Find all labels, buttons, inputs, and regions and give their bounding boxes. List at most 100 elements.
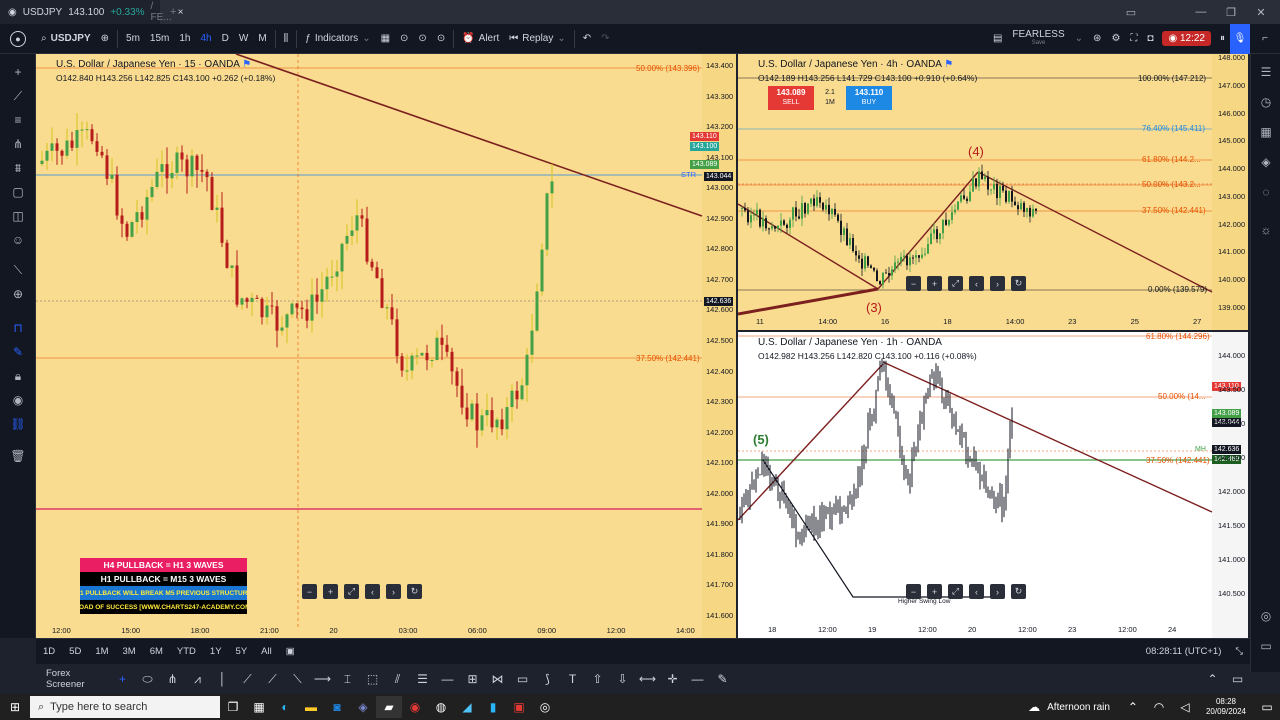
utc-clock[interactable]: 08:28:11 (UTC+1) <box>1139 646 1229 657</box>
alert-button[interactable]: ⏰ Alert <box>457 24 504 54</box>
fib-tool-icon[interactable]: ⋔ <box>9 136 27 152</box>
calendar-icon[interactable]: ▣ <box>279 646 302 657</box>
annotation-icon[interactable]: ◫ <box>9 208 27 224</box>
text-box-icon[interactable]: ⌶ <box>338 669 358 689</box>
extended-line-icon[interactable]: ⟋ <box>263 669 283 689</box>
trendline-icon[interactable]: ⟋ <box>9 88 27 104</box>
emoji-icon[interactable]: ☺ <box>9 232 27 248</box>
horizontal-lines-icon[interactable]: ≡ <box>9 112 27 128</box>
taskbar-search[interactable]: ⌕ Type here to search <box>30 696 220 718</box>
camera-icon[interactable]: ◘ <box>1142 24 1158 54</box>
layout-grid-icon[interactable]: ▤ <box>988 24 1007 54</box>
minus-line-icon[interactable]: — <box>688 669 708 689</box>
vertical-line-icon[interactable]: │ <box>213 669 233 689</box>
more-icon[interactable]: ⌐ <box>1250 24 1280 54</box>
text-icon[interactable]: T <box>563 669 583 689</box>
weather-text[interactable]: Afternoon rain <box>1047 702 1110 713</box>
timeframe-5m[interactable]: 5m <box>121 24 145 54</box>
order-qty[interactable]: 2.1 1M <box>816 86 844 110</box>
replay-button[interactable]: ⏮ Replay ⌄ <box>504 24 571 54</box>
fib-retracement-icon[interactable]: ☰ <box>413 669 433 689</box>
reset-icon[interactable]: ↻ <box>1011 584 1026 599</box>
wifi-icon[interactable]: ◠ <box>1146 696 1172 718</box>
timeframe-4h[interactable]: 4h <box>196 24 217 54</box>
maximize-icon[interactable]: ❐ <box>1216 0 1246 24</box>
stay-drawing-icon[interactable]: ✎ <box>9 344 27 360</box>
vpn-icon[interactable]: ◈ <box>350 696 376 718</box>
crosshair-icon[interactable]: + <box>9 64 27 80</box>
store-icon[interactable]: ▦ <box>246 696 272 718</box>
collapse-icon[interactable]: ⤡ <box>1228 646 1250 657</box>
zoom-out-icon[interactable]: − <box>906 276 921 291</box>
timeframe-m[interactable]: M <box>253 24 271 54</box>
expand-icon[interactable]: ⤢ <box>948 276 963 291</box>
frame-icon[interactable]: ⬚ <box>363 669 383 689</box>
trash-icon[interactable]: 🗑︎ <box>9 448 27 464</box>
tab-close-icon[interactable]: × <box>178 7 184 18</box>
help-icon[interactable]: ◎ <box>1257 608 1275 624</box>
elliott-icon[interactable]: ⩘ <box>188 669 208 689</box>
zoom-in-icon[interactable]: + <box>927 584 942 599</box>
range-1m[interactable]: 1M <box>88 646 115 657</box>
app-icon[interactable]: ◍ <box>428 696 454 718</box>
file-explorer-icon[interactable]: ▬ <box>298 696 324 718</box>
arrow-line-icon[interactable]: ⟶ <box>313 669 333 689</box>
zoom-out-icon[interactable]: − <box>906 584 921 599</box>
channel-icon[interactable]: ⫽ <box>388 669 408 689</box>
obs-icon[interactable]: ◎ <box>532 696 558 718</box>
chat-icon[interactable]: ◌ <box>1257 184 1275 200</box>
sync-link-icon[interactable]: ⛓ <box>9 416 27 432</box>
shape-tool-icon[interactable]: ▢ <box>9 184 27 200</box>
reset-icon[interactable]: ↻ <box>1011 276 1026 291</box>
lock-icon[interactable]: 🔒︎ <box>9 368 27 384</box>
chart-type-icon[interactable]: ⫼ <box>279 24 294 54</box>
fullscreen-icon[interactable]: ⛶ <box>1125 24 1142 54</box>
pencil-icon[interactable]: ✎ <box>713 669 733 689</box>
zoom-in-icon[interactable]: + <box>927 276 942 291</box>
grid-icon[interactable]: ⊞ <box>463 669 483 689</box>
range-1d[interactable]: 1D <box>36 646 62 657</box>
chart-pane-4h[interactable]: U.S. Dollar / Japanese Yen · 4h · OANDA … <box>738 54 1248 330</box>
volume-icon[interactable]: ◁ <box>1172 696 1198 718</box>
template-m-icon[interactable]: ⊙ <box>432 24 450 54</box>
weather-icon[interactable]: ☁ <box>1021 696 1047 718</box>
new-tab-icon[interactable]: + <box>170 6 176 18</box>
reset-icon[interactable]: ↻ <box>407 584 422 599</box>
undo-icon[interactable]: ↶ <box>578 24 596 54</box>
expand-icon[interactable]: ⤢ <box>948 584 963 599</box>
range-6m[interactable]: 6M <box>143 646 170 657</box>
chart-pane-1h[interactable]: U.S. Dollar / Japanese Yen · 1h · OANDA … <box>738 332 1248 638</box>
taskbar-clock[interactable]: 08:28 20/09/2024 <box>1206 697 1246 717</box>
layout-save-button[interactable]: FEARLESS Save <box>1007 24 1069 54</box>
template-s-icon[interactable]: ⊙ <box>395 24 413 54</box>
arrow-up-icon[interactable]: ⇧ <box>588 669 608 689</box>
symbol-search[interactable]: ⌕ USDJPY <box>36 24 96 54</box>
range-ytd[interactable]: YTD <box>170 646 203 657</box>
notifications-icon[interactable]: ▭ <box>1254 696 1280 718</box>
ig-icon[interactable]: ▣ <box>506 696 532 718</box>
tradingview-icon[interactable]: ▰ <box>376 696 402 718</box>
browser-tab[interactable]: ◉ USDJPY 143.100 +0.33% / FE... × <box>0 0 184 24</box>
chart-pane-15m[interactable]: U.S. Dollar / Japanese Yen · 15 · OANDA … <box>36 54 736 638</box>
timeframe-d[interactable]: D <box>217 24 234 54</box>
pause-icon[interactable]: ⏸ <box>1215 24 1230 54</box>
pattern-tool-icon[interactable]: ⩩ <box>9 160 27 176</box>
chart-canvas-15m[interactable] <box>36 54 736 638</box>
charts-app-icon[interactable]: ▮ <box>480 696 506 718</box>
zoom-out-icon[interactable]: − <box>302 584 317 599</box>
tray-chevron-icon[interactable]: ⌃ <box>1120 696 1146 718</box>
recording-timer[interactable]: ◉ 12:22 <box>1162 31 1211 46</box>
scroll-right-icon[interactable]: › <box>990 276 1005 291</box>
indicators-button[interactable]: ƒ Indicators ⌄ <box>300 24 375 54</box>
cross-cursor-icon[interactable]: + <box>113 669 133 689</box>
hotlist-icon[interactable]: ◈ <box>1257 154 1275 170</box>
line-icon[interactable]: ⟍ <box>288 669 308 689</box>
callout-icon[interactable]: ▭ <box>513 669 533 689</box>
scroll-right-icon[interactable]: › <box>386 584 401 599</box>
mic-icon[interactable]: 🎙 <box>1230 23 1250 54</box>
notification-icon[interactable]: ▭ <box>1257 638 1275 654</box>
ellipse-icon[interactable]: ⬭ <box>138 669 158 689</box>
horizontal-line-icon[interactable]: — <box>438 669 458 689</box>
expand-icon[interactable]: ⤢ <box>344 584 359 599</box>
range-5y[interactable]: 5Y <box>229 646 255 657</box>
